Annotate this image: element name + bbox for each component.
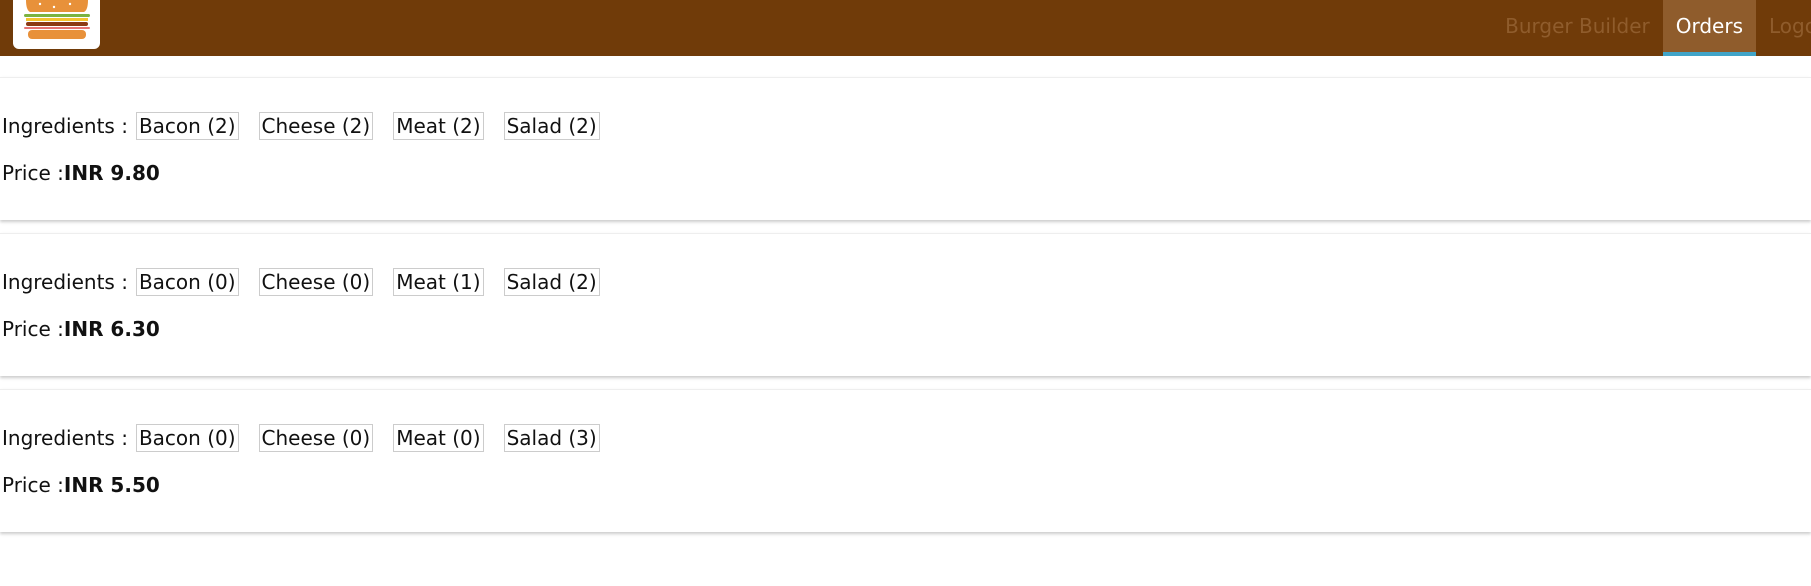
main-nav: Burger Builder Orders Logout	[1492, 0, 1811, 56]
ingredient-chip: Meat (1)	[393, 268, 484, 296]
price-row: Price :INR 9.80	[2, 161, 160, 185]
ingredients-row: Ingredients : Bacon (0) Cheese (0) Meat …	[2, 424, 620, 452]
ingredients-label: Ingredients :	[2, 114, 128, 138]
ingredient-chip: Bacon (2)	[135, 112, 239, 140]
price-value: INR 9.80	[63, 161, 160, 185]
ingredient-chip: Bacon (0)	[135, 424, 239, 452]
ingredients-row: Ingredients : Bacon (0) Cheese (0) Meat …	[2, 268, 620, 296]
ingredient-chip: Cheese (2)	[258, 112, 374, 140]
orders-list: Ingredients : Bacon (2) Cheese (2) Meat …	[0, 77, 1811, 545]
ingredient-chip: Bacon (0)	[135, 268, 239, 296]
ingredient-chip: Cheese (0)	[258, 424, 374, 452]
nav-logout[interactable]: Logout	[1756, 0, 1811, 56]
order-card: Ingredients : Bacon (0) Cheese (0) Meat …	[0, 233, 1811, 376]
order-card: Ingredients : Bacon (0) Cheese (0) Meat …	[0, 389, 1811, 532]
toolbar: Burger Builder Orders Logout	[0, 0, 1811, 56]
nav-orders[interactable]: Orders	[1662, 0, 1756, 56]
price-value: INR 6.30	[63, 317, 160, 341]
ingredients-label: Ingredients :	[2, 426, 128, 450]
ingredients-label: Ingredients :	[2, 270, 128, 294]
ingredient-chip: Salad (2)	[503, 112, 600, 140]
price-label: Price :	[2, 473, 64, 497]
ingredient-chip: Meat (2)	[393, 112, 484, 140]
burger-logo-icon	[24, 0, 90, 39]
nav-burger-builder[interactable]: Burger Builder	[1492, 0, 1663, 56]
ingredient-chip: Meat (0)	[393, 424, 484, 452]
price-value: INR 5.50	[63, 473, 160, 497]
ingredient-chip: Cheese (0)	[258, 268, 374, 296]
logo[interactable]	[13, 0, 100, 49]
price-label: Price :	[2, 161, 64, 185]
ingredient-chip: Salad (3)	[503, 424, 600, 452]
ingredients-row: Ingredients : Bacon (2) Cheese (2) Meat …	[2, 112, 620, 140]
order-card: Ingredients : Bacon (2) Cheese (2) Meat …	[0, 77, 1811, 220]
ingredient-chip: Salad (2)	[503, 268, 600, 296]
price-row: Price :INR 6.30	[2, 317, 160, 341]
price-label: Price :	[2, 317, 64, 341]
price-row: Price :INR 5.50	[2, 473, 160, 497]
